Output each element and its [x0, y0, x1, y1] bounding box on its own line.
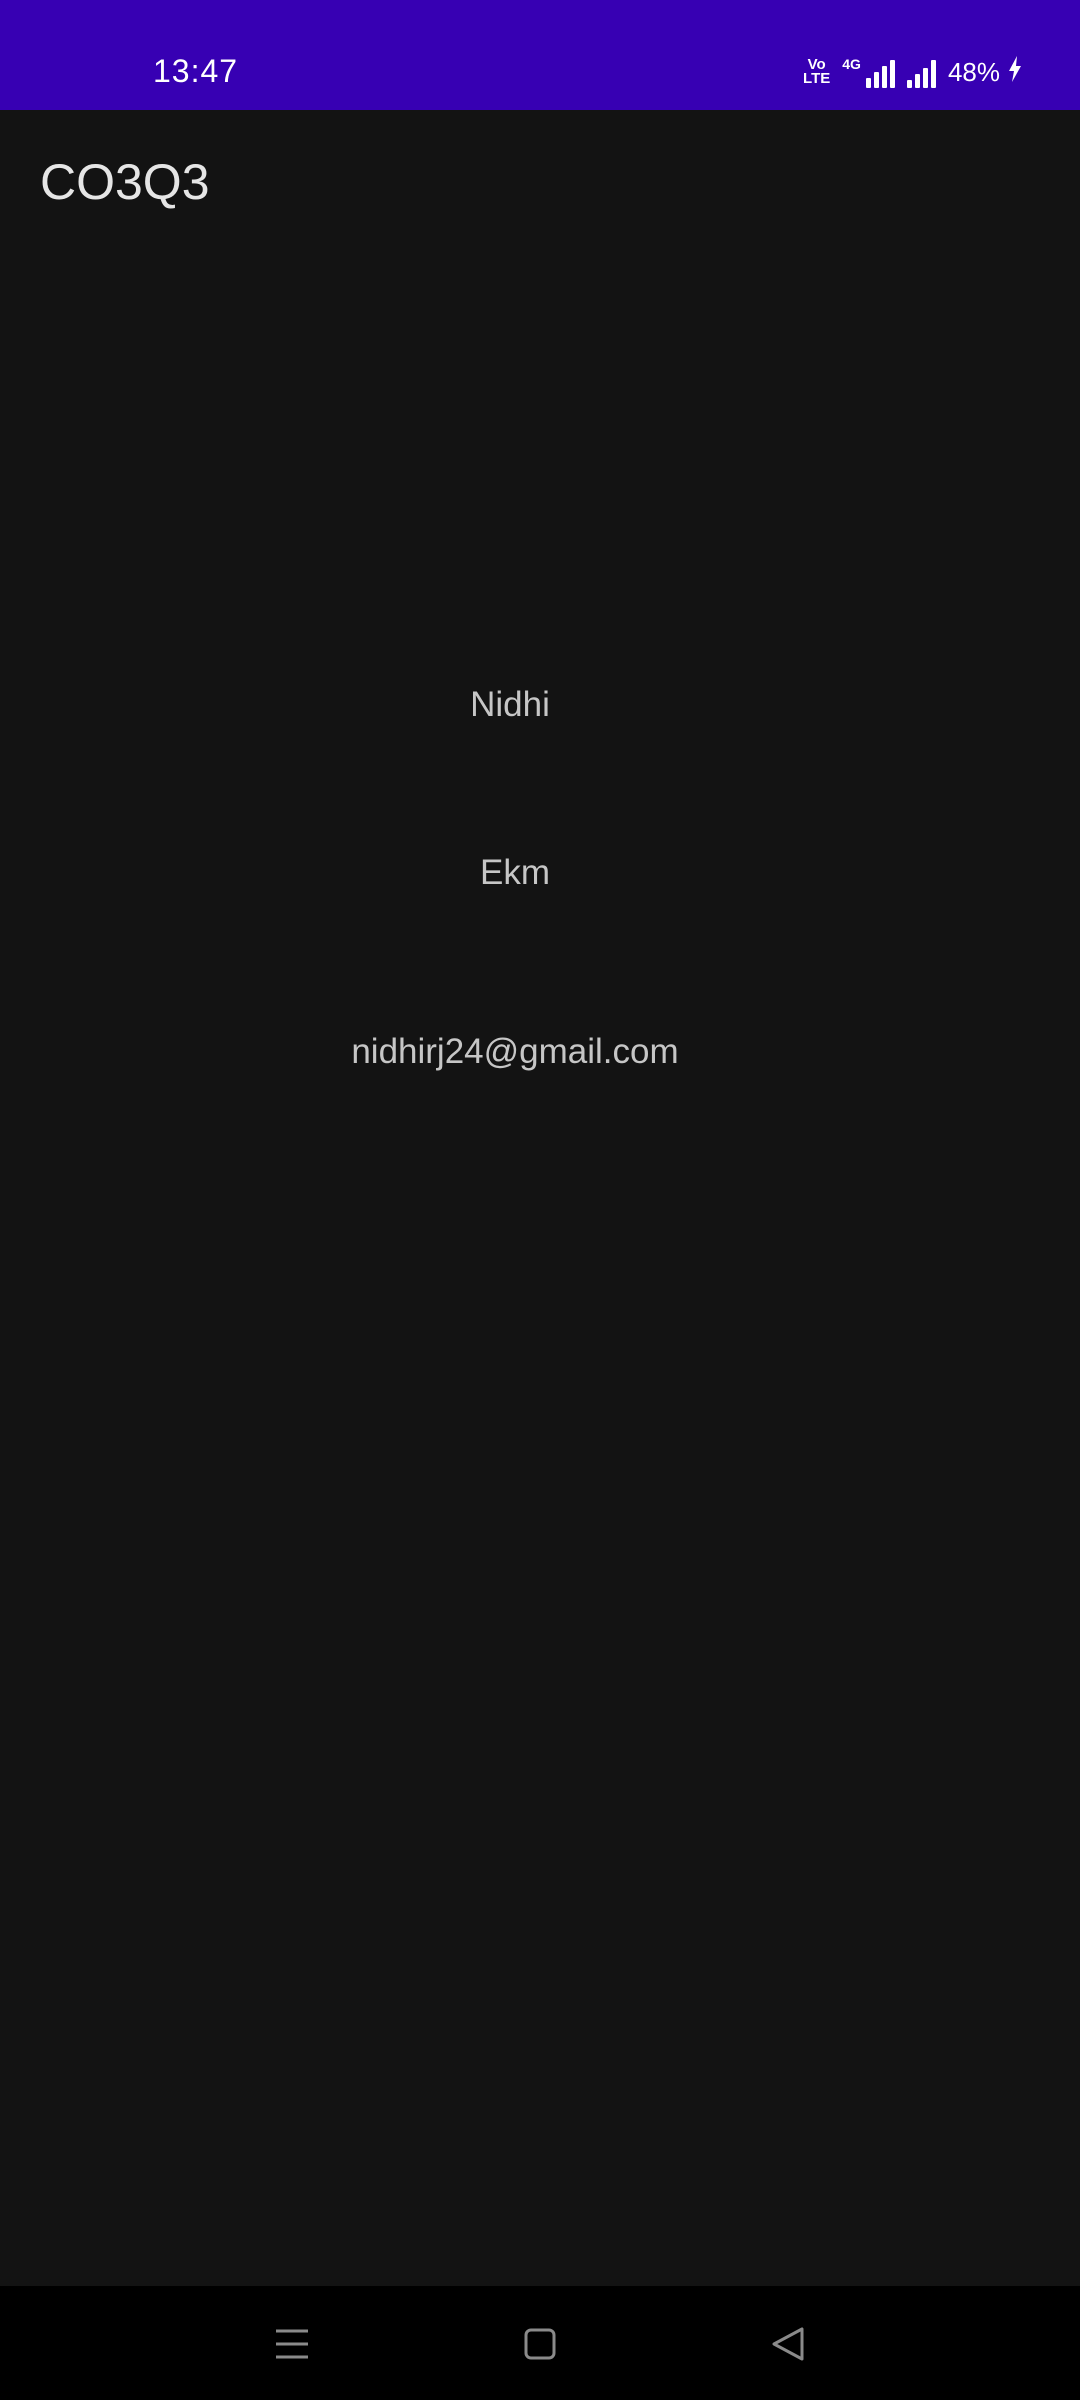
volte-icon: Vo LTE	[803, 57, 831, 87]
name-text: Nidhi	[470, 685, 550, 724]
signal-4g-icon: 4G	[842, 56, 895, 88]
menu-icon[interactable]	[262, 2314, 322, 2374]
home-icon[interactable]	[510, 2314, 570, 2374]
place-text: Ekm	[480, 853, 550, 892]
status-bar: 13:47 Vo LTE 4G 48%	[0, 0, 1080, 110]
navigation-bar	[0, 2286, 1080, 2400]
back-icon[interactable]	[758, 2314, 818, 2374]
volte-label-bottom: LTE	[803, 70, 831, 87]
status-icons: Vo LTE 4G 48%	[803, 54, 1022, 90]
app-screen: 13:47 Vo LTE 4G 48% CO3Q3 Nidhi Ekm nidh…	[0, 0, 1080, 2400]
signal-strength-icon	[906, 56, 936, 88]
battery-percentage: 48%	[947, 57, 1000, 87]
status-time: 13:47	[153, 53, 239, 89]
charging-icon	[1008, 55, 1022, 89]
network-type-label: 4G	[842, 56, 861, 72]
email-text: nidhirj24@gmail.com	[351, 1032, 679, 1071]
app-title: CO3Q3	[40, 154, 210, 210]
